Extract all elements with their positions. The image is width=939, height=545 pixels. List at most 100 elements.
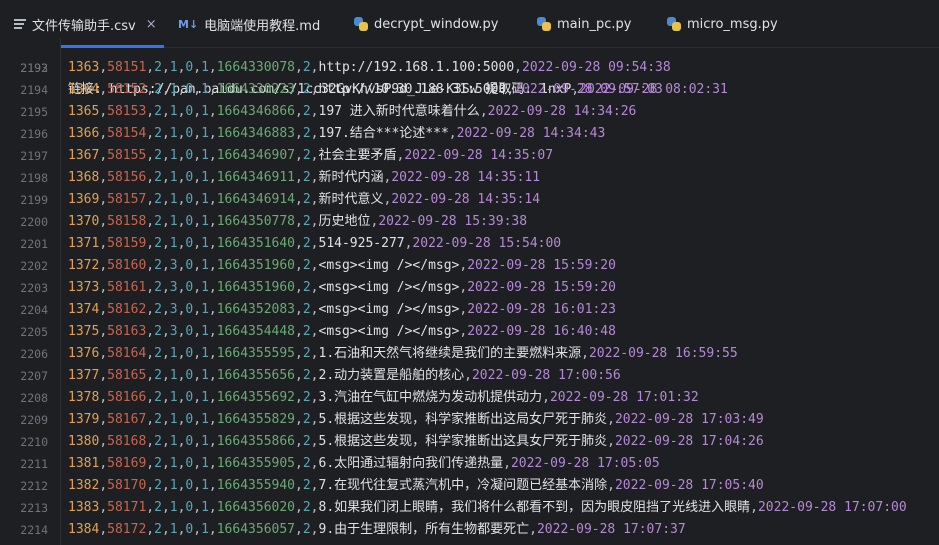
csv-field-date: 2022-09-28 17:05:40 [614, 478, 764, 493]
line-content: 1365,58153,2,1,0,1,1664346866,2,197 进入新时… [68, 104, 637, 119]
line-number: 2197 [20, 149, 48, 163]
csv-field-a: 2 [154, 478, 162, 493]
csv-field-date: 2022-09-28 14:34:26 [487, 104, 637, 119]
csv-field-seq: 58167 [107, 412, 147, 427]
line-number: 2195 [20, 105, 48, 119]
csv-field-d: 1 [201, 126, 209, 141]
code-line[interactable]: 2199 1369,58157,2,1,0,1,1664346914,2,新时代意… [0, 189, 939, 211]
csv-field-b: 1 [169, 346, 178, 361]
line-content: 1368,58156,2,1,0,1,1664346911,2,新时代内涵,20… [68, 170, 541, 185]
csv-field-e: 2 [302, 258, 311, 273]
code-line[interactable]: 2203 1373,58161,2,3,0,1,1664351960,2,<msg… [0, 277, 939, 299]
code-line[interactable]: 2208 1378,58166,2,1,0,1,1664355692,2,3.汽油… [0, 387, 939, 409]
csv-field-b: 1 [169, 522, 178, 537]
csv-field-text: 514-925-277 [318, 236, 405, 251]
csv-field-text: <msg><img /></msg> [318, 280, 460, 295]
code-line[interactable]: 2213 1383,58171,2,1,0,1,1664356020,2,8.如果… [0, 497, 939, 519]
csv-field-id: 1376 [68, 346, 100, 361]
csv-field-b: 1 [169, 104, 178, 119]
csv-field-b: 1 [169, 412, 178, 427]
csv-field-d: 1 [201, 82, 209, 97]
csv-field-d: 1 [201, 478, 209, 493]
csv-field-id: 1381 [68, 456, 100, 471]
code-line[interactable]: 2198 1368,58156,2,1,0,1,1664346911,2,新时代内… [0, 167, 939, 189]
csv-field-a: 2 [154, 192, 162, 207]
code-line[interactable]: 2196 1366,58154,2,1,0,1,1664346883,2,197.… [0, 123, 939, 145]
csv-field-text: 新时代意义 [318, 192, 384, 207]
csv-field-seq: 58160 [107, 258, 147, 273]
csv-field-a: 2 [154, 104, 162, 119]
code-line[interactable]: 2209 1379,58167,2,1,0,1,1664355829,2,5.根据… [0, 409, 939, 431]
csv-field-b: 3 [169, 258, 178, 273]
code-line[interactable]: 2206 1376,58164,2,1,0,1,1664355595,2,1.石油… [0, 343, 939, 365]
csv-field-a: 2 [154, 236, 162, 251]
csv-field-id: 1383 [68, 500, 100, 515]
csv-field-ts: 1664352083 [216, 302, 296, 317]
csv-field-id: 1377 [68, 368, 100, 383]
close-icon[interactable]: × [146, 17, 157, 32]
code-line[interactable]: 2204 1374,58162,2,3,0,1,1664352083,2,<msg… [0, 299, 939, 321]
csv-field-id: 1367 [68, 148, 100, 163]
csv-field-b: 1 [169, 434, 178, 449]
csv-field-seq: 58156 [107, 170, 147, 185]
code-line[interactable]: 2214 1384,58172,2,1,0,1,1664356057,2,9.由于… [0, 519, 939, 541]
code-line[interactable]: 2202 1372,58160,2,3,0,1,1664351960,2,<msg… [0, 255, 939, 277]
csv-field-date: 2022-09-28 14:35:11 [391, 170, 541, 185]
code-line[interactable]: 2211 1381,58169,2,1,0,1,1664355905,2,6.太阳… [0, 453, 939, 475]
csv-field-b: 1 [169, 236, 178, 251]
csv-field-id: 1380 [68, 434, 100, 449]
line-content: 1375,58163,2,3,0,1,1664354448,2,<msg><im… [68, 324, 616, 339]
csv-field-text: 新时代内涵 [318, 170, 384, 185]
csv-field-e: 2 [302, 104, 311, 119]
code-line[interactable]: 2197 1367,58155,2,1,0,1,1664346907,2,社会主要… [0, 145, 939, 167]
line-number: 2213 [20, 501, 48, 515]
csv-field-id: 1369 [68, 192, 100, 207]
csv-field-e: 2 [302, 412, 311, 427]
csv-field-id: 1370 [68, 214, 100, 229]
code-line[interactable]: 2207 1377,58165,2,1,0,1,1664355656,2,2.动力… [0, 365, 939, 387]
csv-field-e: 2 [302, 500, 311, 515]
line-number: 2207 [20, 369, 48, 383]
code-editor[interactable]: 2192 链接: https://pan.baidu.com/s/1cc32Gv… [0, 38, 939, 545]
code-line[interactable]: 2212 1382,58170,2,1,0,1,1664355940,2,7.在现… [0, 475, 939, 497]
partial-line[interactable]: 2192 链接: https://pan.baidu.com/s/1cc32Gv… [0, 38, 939, 97]
code-line[interactable]: 2200 1370,58158,2,1,0,1,1664350778,2,历史地位… [0, 211, 939, 233]
line-content: 1380,58168,2,1,0,1,1664355866,2,5.根据这些发现… [68, 434, 764, 449]
code-line[interactable]: 2201 1371,58159,2,1,0,1,1664351640,2,514-… [0, 233, 939, 255]
tab-label: main_pc.py [557, 16, 632, 32]
line-content: 1376,58164,2,1,0,1,1664355595,2,1.石油和天然气… [68, 346, 738, 361]
code-line[interactable]: 2210 1380,58168,2,1,0,1,1664355866,2,5.根据… [0, 431, 939, 453]
csv-field-d: 1 [201, 522, 209, 537]
line-content: 1381,58169,2,1,0,1,1664355905,2,6.太阳通过辐射… [68, 456, 660, 471]
csv-field-e: 2 [302, 456, 311, 471]
csv-field-date: 2022-09-28 17:07:37 [536, 522, 686, 537]
code-line[interactable]: 2193 1363,58151,2,1,0,1,1664330078,2,http… [0, 57, 939, 79]
python-file-icon [667, 17, 681, 31]
line-content: 1372,58160,2,3,0,1,1664351960,2,<msg><im… [68, 258, 616, 273]
line-number: 2209 [20, 413, 48, 427]
csv-field-b: 3 [169, 280, 178, 295]
csv-field-e: 2 [302, 170, 311, 185]
code-line[interactable]: 2194 1364,58152,2,1,0,1,1664330223,2,http… [0, 79, 939, 101]
line-content: 1373,58161,2,3,0,1,1664351960,2,<msg><im… [68, 280, 616, 295]
csv-field-text: 5.根据这些发现，科学家推断出这具女尸死于肺炎 [318, 434, 608, 449]
csv-field-b: 1 [169, 82, 178, 97]
csv-field-b: 1 [169, 478, 178, 493]
csv-field-text: 6.太阳通过辐射向我们传递热量 [318, 456, 504, 471]
csv-field-seq: 58163 [107, 324, 147, 339]
csv-field-date: 2022-09-28 15:39:38 [378, 214, 528, 229]
line-number: 2203 [20, 281, 48, 295]
csv-field-e: 2 [302, 192, 311, 207]
code-line[interactable]: 2195 1365,58153,2,1,0,1,1664346866,2,197 … [0, 101, 939, 123]
csv-field-date: 2022-09-28 14:35:14 [391, 192, 541, 207]
csv-field-ts: 1664351960 [216, 280, 296, 295]
code-line[interactable]: 2205 1375,58163,2,3,0,1,1664354448,2,<msg… [0, 321, 939, 343]
csv-field-a: 2 [154, 324, 162, 339]
csv-field-a: 2 [154, 170, 162, 185]
csv-field-date: 2022-09-28 14:35:07 [404, 148, 554, 163]
csv-field-seq: 58171 [107, 500, 147, 515]
line-content: 1377,58165,2,1,0,1,1664355656,2,2.动力装置是船… [68, 368, 621, 383]
csv-field-ts: 1664355595 [216, 346, 296, 361]
tab-label: 电脑端使用教程.md [204, 18, 321, 34]
csv-field-a: 2 [154, 258, 162, 273]
